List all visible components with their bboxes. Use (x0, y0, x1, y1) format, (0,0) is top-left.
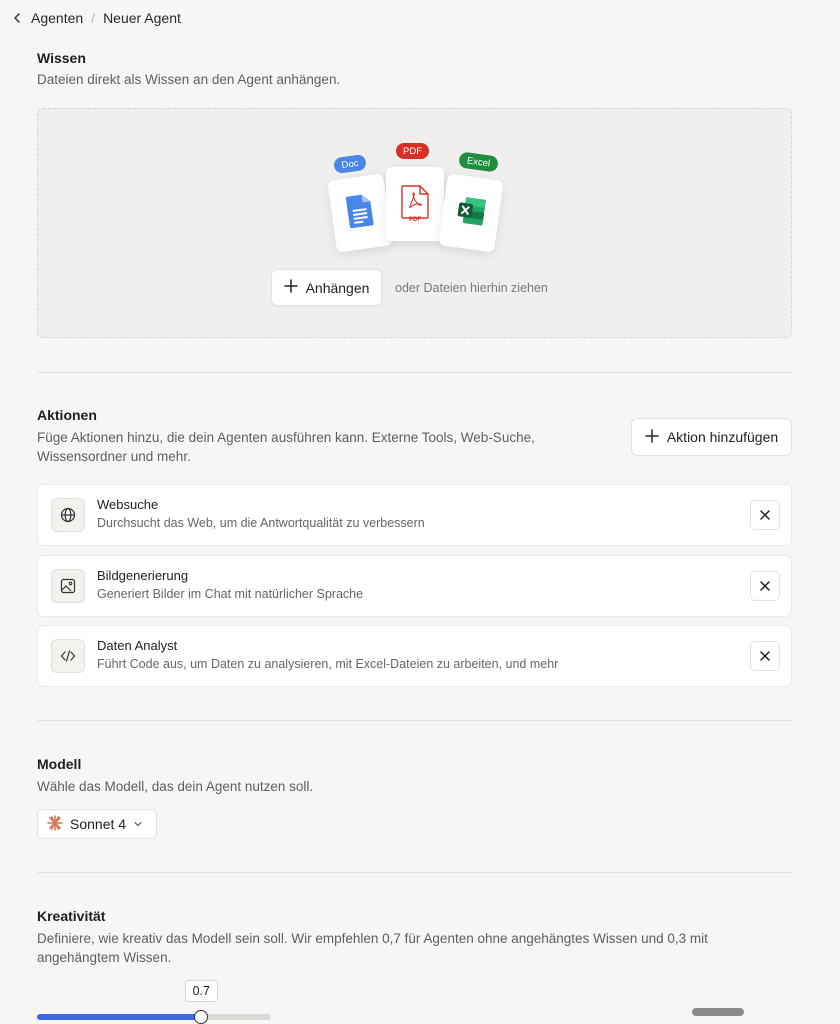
creativity-title: Kreativität (37, 908, 106, 924)
creativity-slider-fill (37, 1014, 201, 1020)
excel-icon (454, 194, 489, 233)
action-title: Daten Analyst (97, 638, 178, 653)
action-item-image-generation: Bildgenerierung Generiert Bilder im Chat… (37, 555, 792, 617)
close-icon (760, 651, 770, 661)
close-icon (760, 510, 770, 520)
creativity-slider-thumb[interactable] (193, 1010, 208, 1024)
model-select[interactable]: Sonnet 4 (37, 809, 157, 839)
excel-tag: Excel (458, 151, 499, 173)
image-icon (51, 569, 85, 603)
section-divider (37, 872, 792, 873)
model-subtitle: Wähle das Modell, das dein Agent nutzen … (37, 779, 314, 794)
attach-button[interactable]: Anhängen (271, 269, 382, 306)
add-action-label: Aktion hinzufügen (666, 429, 779, 445)
file-dropzone[interactable]: PDF Doc PDF Excel Anhängen oder Dateien … (37, 108, 792, 338)
action-item-data-analyst: Daten Analyst Führt Code aus, um Daten z… (37, 625, 792, 687)
creativity-slider-track[interactable] (37, 1014, 271, 1020)
creativity-subtitle-line1: Definiere, wie kreativ das Modell sein s… (37, 931, 708, 946)
actions-title: Aktionen (37, 407, 97, 423)
globe-icon (51, 498, 85, 532)
pdf-tag: PDF (396, 143, 429, 159)
remove-action-button[interactable] (750, 641, 780, 671)
chevron-down-icon (133, 816, 143, 832)
action-title: Bildgenerierung (97, 568, 189, 583)
pdf-card-label: PDF (409, 217, 421, 223)
action-item-websearch: Websuche Durchsucht das Web, um die Antw… (37, 484, 792, 546)
knowledge-header: Wissen Dateien direkt als Wissen an den … (37, 50, 792, 89)
excel-file-card (438, 173, 504, 253)
google-docs-icon (345, 193, 375, 233)
drop-hint: oder Dateien hierhin ziehen (395, 281, 548, 295)
creativity-value-tooltip: 0.7 (184, 980, 218, 1002)
model-selected-label: Sonnet 4 (70, 816, 127, 832)
knowledge-title: Wissen (37, 50, 86, 66)
doc-tag: Doc (333, 153, 367, 175)
action-description: Durchsucht das Web, um die Antwortqualit… (97, 516, 425, 530)
action-description: Führt Code aus, um Daten zu analysieren,… (97, 657, 559, 671)
actions-subtitle-line1: Füge Aktionen hinzu, die dein Agenten au… (37, 430, 535, 445)
section-divider (37, 720, 792, 721)
creativity-subtitle-line2: angehängtem Wissen. (37, 950, 172, 965)
chevron-left-icon[interactable] (10, 11, 24, 25)
action-description: Generiert Bilder im Chat mit natürlicher… (97, 587, 364, 601)
breadcrumb-separator: / (91, 10, 96, 26)
remove-action-button[interactable] (750, 571, 780, 601)
plus-icon (645, 428, 659, 446)
breadcrumb-parent-link[interactable]: Agenten (31, 10, 83, 26)
close-icon (760, 581, 770, 591)
actions-subtitle-line2: Wissensordner und mehr. (37, 449, 191, 464)
remove-action-button[interactable] (750, 500, 780, 530)
model-title: Modell (37, 756, 82, 772)
model-header: Modell Wähle das Modell, das dein Agent … (37, 756, 792, 796)
actions-header: Aktionen Füge Aktionen hinzu, die dein A… (37, 407, 617, 466)
breadcrumb: Agenten / Neuer Agent (0, 0, 840, 36)
action-title: Websuche (97, 497, 159, 512)
claude-logo-icon (47, 814, 63, 834)
plus-icon (283, 279, 298, 296)
pdf-file-card: PDF (386, 167, 444, 241)
scroll-indicator[interactable] (692, 1008, 744, 1016)
breadcrumb-current: Neuer Agent (103, 10, 181, 26)
attach-label: Anhängen (305, 279, 370, 296)
add-action-button[interactable]: Aktion hinzufügen (631, 418, 792, 456)
creativity-header: Kreativität Definiere, wie kreativ das M… (37, 908, 792, 967)
section-divider (37, 372, 792, 373)
doc-file-card (327, 173, 393, 253)
knowledge-subtitle: Dateien direkt als Wissen an den Agent a… (37, 72, 341, 87)
code-icon (51, 639, 85, 673)
